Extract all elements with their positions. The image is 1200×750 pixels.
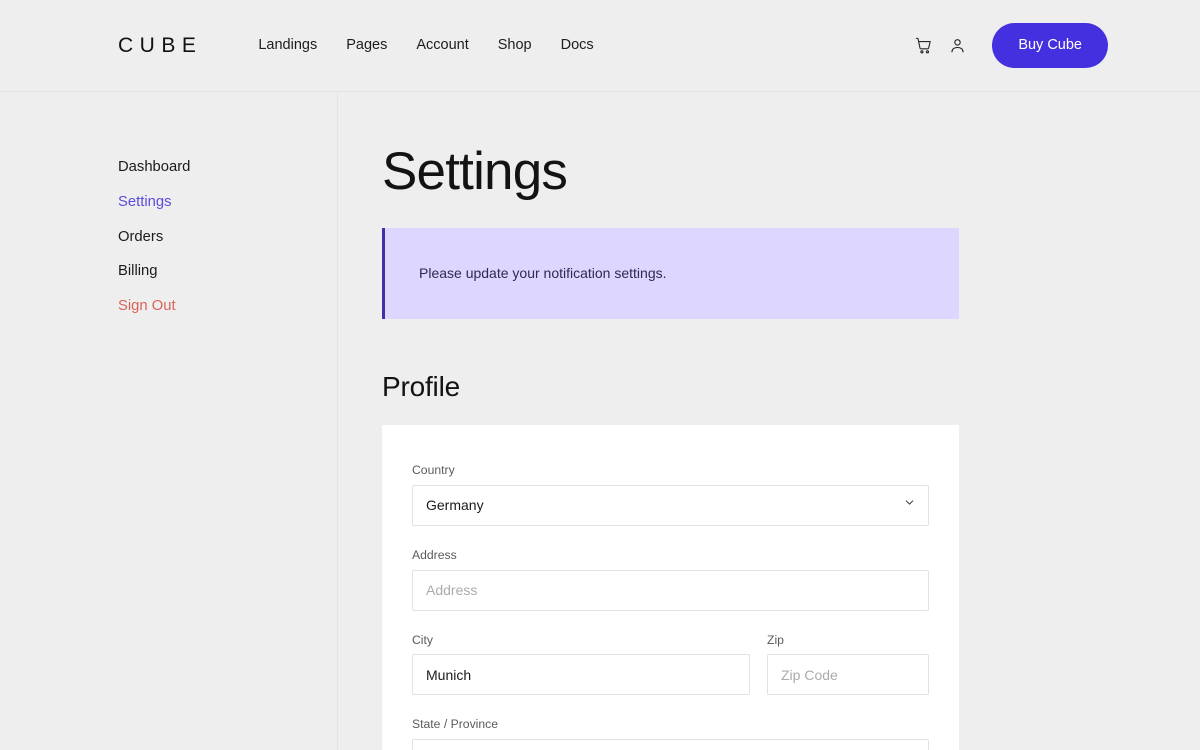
city-input[interactable] xyxy=(412,654,750,695)
address-input[interactable] xyxy=(412,570,929,611)
field-address: Address xyxy=(412,548,929,611)
account-sidebar: Dashboard Settings Orders Billing Sign O… xyxy=(0,92,338,750)
sidebar-item-dashboard[interactable]: Dashboard xyxy=(118,160,337,175)
shopping-cart-icon[interactable] xyxy=(906,29,940,63)
buy-cube-button[interactable]: Buy Cube xyxy=(992,23,1108,68)
zip-input[interactable] xyxy=(767,654,929,695)
sidebar-item-settings[interactable]: Settings xyxy=(118,195,337,210)
alert-message: Please update your notification settings… xyxy=(419,264,959,284)
field-city: City xyxy=(412,633,750,696)
notification-alert: Please update your notification settings… xyxy=(382,228,959,320)
sidebar-item-billing[interactable]: Billing xyxy=(118,264,337,279)
state-input[interactable] xyxy=(412,739,929,750)
sidebar-item-sign-out[interactable]: Sign Out xyxy=(118,299,337,314)
user-icon[interactable] xyxy=(940,29,974,63)
nav-item-landings[interactable]: Landings xyxy=(258,38,317,53)
country-select[interactable]: Germany xyxy=(412,485,929,526)
country-label: Country xyxy=(412,463,929,478)
primary-nav: Landings Pages Account Shop Docs xyxy=(258,38,593,53)
brand-logo[interactable]: CUBE xyxy=(118,35,202,56)
field-row-city-zip: City Zip xyxy=(412,633,929,696)
nav-item-docs[interactable]: Docs xyxy=(561,38,594,53)
settings-content: Settings Please update your notification… xyxy=(338,92,1200,750)
profile-form-card: Country Germany Address xyxy=(382,425,959,750)
field-country: Country Germany xyxy=(412,463,929,526)
profile-section-title: Profile xyxy=(382,371,1200,403)
site-header: CUBE Landings Pages Account Shop Docs Bu… xyxy=(0,0,1200,92)
sidebar-item-orders[interactable]: Orders xyxy=(118,230,337,245)
nav-item-account[interactable]: Account xyxy=(416,38,468,53)
city-label: City xyxy=(412,633,750,648)
header-actions: Buy Cube xyxy=(906,23,1200,68)
field-zip: Zip xyxy=(767,633,929,696)
field-state-province: State / Province xyxy=(412,717,929,750)
nav-item-pages[interactable]: Pages xyxy=(346,38,387,53)
zip-label: Zip xyxy=(767,633,929,648)
address-label: Address xyxy=(412,548,929,563)
state-label: State / Province xyxy=(412,717,929,732)
page-body: Dashboard Settings Orders Billing Sign O… xyxy=(0,92,1200,750)
page-title: Settings xyxy=(382,144,1200,200)
country-select-wrapper[interactable]: Germany xyxy=(412,485,929,526)
nav-item-shop[interactable]: Shop xyxy=(498,38,532,53)
